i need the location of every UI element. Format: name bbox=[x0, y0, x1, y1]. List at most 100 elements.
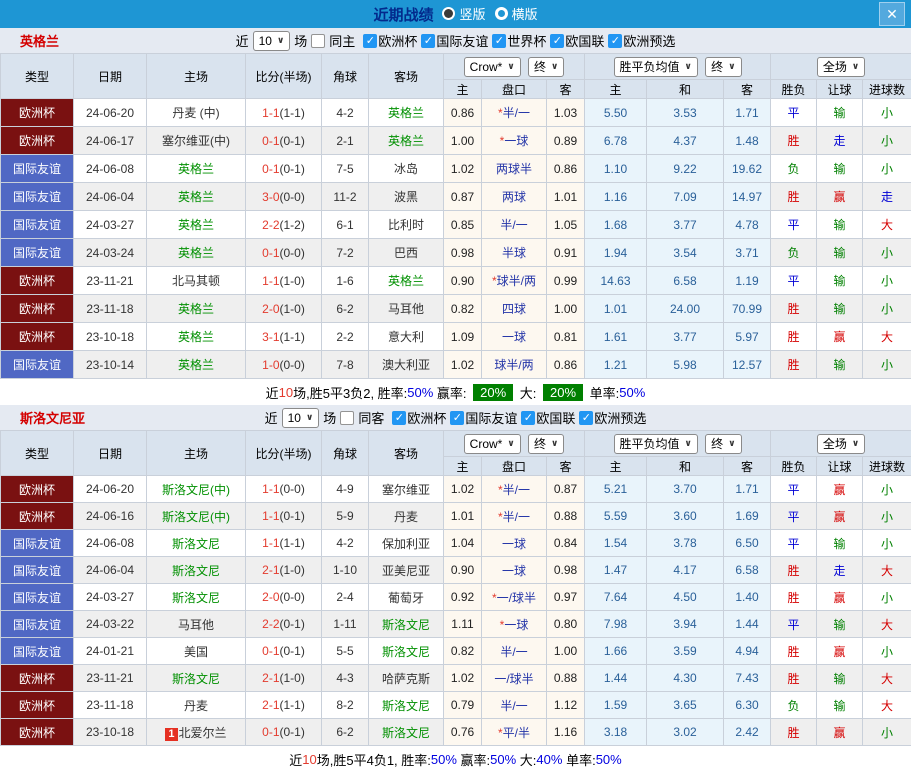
odds-time-select[interactable]: 终 ∨ bbox=[528, 56, 565, 77]
away-team: 哈萨克斯 bbox=[368, 664, 444, 692]
layout-radio-option[interactable]: 竖版 bbox=[442, 4, 486, 23]
match-date: 24-06-17 bbox=[73, 126, 147, 155]
layout-radio-option[interactable]: 横版 bbox=[494, 4, 538, 23]
odds-time-select[interactable]: 终 ∨ bbox=[528, 433, 565, 454]
euro-home-odds: 3.18 bbox=[584, 718, 647, 746]
handicap-line: 一/球半 bbox=[481, 664, 547, 692]
euro-home-odds: 1.10 bbox=[584, 154, 647, 183]
euro-draw-odds: 3.53 bbox=[646, 98, 724, 127]
result-goals: 小 bbox=[862, 718, 911, 746]
result-handicap: 输 bbox=[816, 294, 864, 323]
match-count-select[interactable]: 10 ∨ bbox=[252, 30, 291, 51]
league-checkbox[interactable] bbox=[550, 33, 565, 48]
corner-count: 4-2 bbox=[321, 98, 369, 127]
chevron-down-icon: ∨ bbox=[851, 61, 860, 71]
handicap-home-odds: 0.85 bbox=[443, 210, 482, 239]
euro-draw-odds: 9.22 bbox=[646, 154, 724, 183]
scope-select[interactable]: 全场 ∨ bbox=[816, 433, 866, 454]
subcol-euro-draw: 和 bbox=[646, 79, 724, 99]
match-date: 23-10-18 bbox=[73, 322, 147, 351]
score: 0-1(0-0) bbox=[245, 238, 322, 267]
fulltime-score: 0-1 bbox=[262, 644, 280, 658]
odds-time-select-2[interactable]: 终 ∨ bbox=[705, 433, 742, 454]
euro-away-odds: 2.42 bbox=[722, 718, 772, 746]
same-venue-checkbox[interactable] bbox=[340, 410, 355, 425]
chevron-down-icon: ∨ bbox=[851, 438, 860, 448]
odds-time-select-2[interactable]: 终 ∨ bbox=[705, 56, 742, 77]
match-row: 欧洲杯 24-06-20 丹麦 (中) 1-1(1-1) 4-2 英格兰 0.8… bbox=[0, 98, 911, 127]
rate-chip: 20% bbox=[543, 383, 584, 401]
euro-home-odds: 5.59 bbox=[584, 502, 647, 530]
match-date: 24-03-22 bbox=[73, 610, 147, 638]
fulltime-score: 2-2 bbox=[262, 617, 280, 631]
result-goals: 大 bbox=[862, 610, 911, 638]
matches-table: 类型 日期 主场 比分(半场) 角球 客场 Crow* ∨ 终 ∨ 胜平负均值 ∨ 终… bbox=[0, 53, 911, 379]
euro-draw-odds: 7.09 bbox=[646, 182, 724, 211]
euro-away-odds: 6.58 bbox=[722, 556, 772, 584]
away-team: 英格兰 bbox=[368, 266, 444, 295]
match-type: 欧洲杯 bbox=[0, 322, 74, 351]
handicap-home-odds: 1.02 bbox=[443, 154, 482, 183]
euro-away-odds: 4.94 bbox=[722, 637, 772, 665]
corner-count: 7-5 bbox=[321, 154, 369, 183]
team-name: 英格兰 bbox=[20, 34, 60, 49]
result-outcome: 胜 bbox=[770, 718, 818, 746]
fulltime-score: 2-0 bbox=[262, 301, 280, 316]
match-row: 国际友谊 24-03-27 斯洛文尼 2-0(0-0) 2-4 葡萄牙 0.92… bbox=[0, 583, 911, 611]
handicap-line: *一球 bbox=[481, 126, 547, 155]
result-goals: 大 bbox=[862, 664, 911, 692]
radio-icon bbox=[494, 6, 508, 20]
close-button[interactable]: ✕ bbox=[879, 2, 905, 26]
away-team: 澳大利亚 bbox=[368, 350, 444, 379]
league-checkbox[interactable] bbox=[392, 410, 407, 425]
radio-label: 竖版 bbox=[459, 6, 486, 22]
result-handicap: 输 bbox=[816, 350, 864, 379]
handicap-home-odds: 1.02 bbox=[443, 350, 482, 379]
match-date: 24-03-27 bbox=[73, 210, 147, 239]
fulltime-score: 0-1 bbox=[262, 245, 280, 260]
result-outcome: 平 bbox=[770, 475, 818, 503]
handicap-line: *一/球半 bbox=[481, 583, 547, 611]
league-checkbox[interactable] bbox=[579, 410, 594, 425]
euro-home-odds: 1.61 bbox=[584, 322, 647, 351]
summary-text: 50% bbox=[595, 751, 622, 767]
col-header-score: 比分(半场) bbox=[245, 430, 322, 476]
league-checkbox[interactable] bbox=[421, 33, 436, 48]
match-date: 23-10-18 bbox=[73, 718, 147, 746]
home-team: 英格兰 bbox=[146, 154, 246, 183]
handicap-away-odds: 0.88 bbox=[546, 664, 585, 692]
team-name: 斯洛文尼亚 bbox=[20, 411, 86, 426]
league-filter-item: 欧洲杯 bbox=[392, 408, 446, 427]
league-checkbox[interactable] bbox=[492, 33, 507, 48]
bookmaker-select[interactable]: Crow* ∨ bbox=[463, 56, 521, 77]
euro-draw-odds: 4.50 bbox=[646, 583, 724, 611]
fulltime-score: 0-1 bbox=[262, 161, 280, 176]
chevron-down-icon: ∨ bbox=[728, 61, 736, 71]
scope-select[interactable]: 全场 ∨ bbox=[816, 56, 866, 77]
section-header: 斯洛文尼亚 近 10 ∨ 场 同客 欧洲杯 国际友谊 欧国联 欧洲预选 bbox=[0, 405, 911, 430]
score: 1-1(1-0) bbox=[245, 266, 322, 295]
avg-odds-select[interactable]: 胜平负均值 ∨ bbox=[613, 433, 698, 454]
league-checkbox[interactable] bbox=[363, 33, 378, 48]
score: 3-0(0-0) bbox=[245, 182, 322, 211]
handicap-away-odds: 0.81 bbox=[546, 322, 585, 351]
away-team: 斯洛文尼 bbox=[368, 718, 444, 746]
same-venue-checkbox[interactable] bbox=[311, 33, 326, 48]
result-goals: 小 bbox=[862, 154, 911, 183]
bookmaker-select[interactable]: Crow* ∨ bbox=[463, 433, 521, 454]
league-checkbox[interactable] bbox=[521, 410, 536, 425]
league-filter-item: 世界杯 bbox=[492, 31, 546, 50]
league-checkbox[interactable] bbox=[450, 410, 465, 425]
avg-odds-select[interactable]: 胜平负均值 ∨ bbox=[613, 56, 698, 77]
euro-draw-odds: 4.37 bbox=[646, 126, 724, 155]
league-label: 欧国联 bbox=[536, 411, 576, 426]
summary-text: 40% bbox=[536, 751, 563, 767]
match-count-select[interactable]: 10 ∨ bbox=[281, 407, 320, 428]
col-header-type: 类型 bbox=[0, 53, 74, 99]
league-checkbox[interactable] bbox=[608, 33, 623, 48]
euro-away-odds: 12.57 bbox=[722, 350, 772, 379]
match-row: 国际友谊 24-06-08 斯洛文尼 1-1(1-1) 4-2 保加利亚 1.0… bbox=[0, 529, 911, 557]
result-goals: 小 bbox=[862, 502, 911, 530]
match-row: 欧洲杯 23-11-18 丹麦 2-1(1-1) 8-2 斯洛文尼 0.79 半… bbox=[0, 691, 911, 719]
handicap-line: 半/一 bbox=[481, 210, 547, 239]
